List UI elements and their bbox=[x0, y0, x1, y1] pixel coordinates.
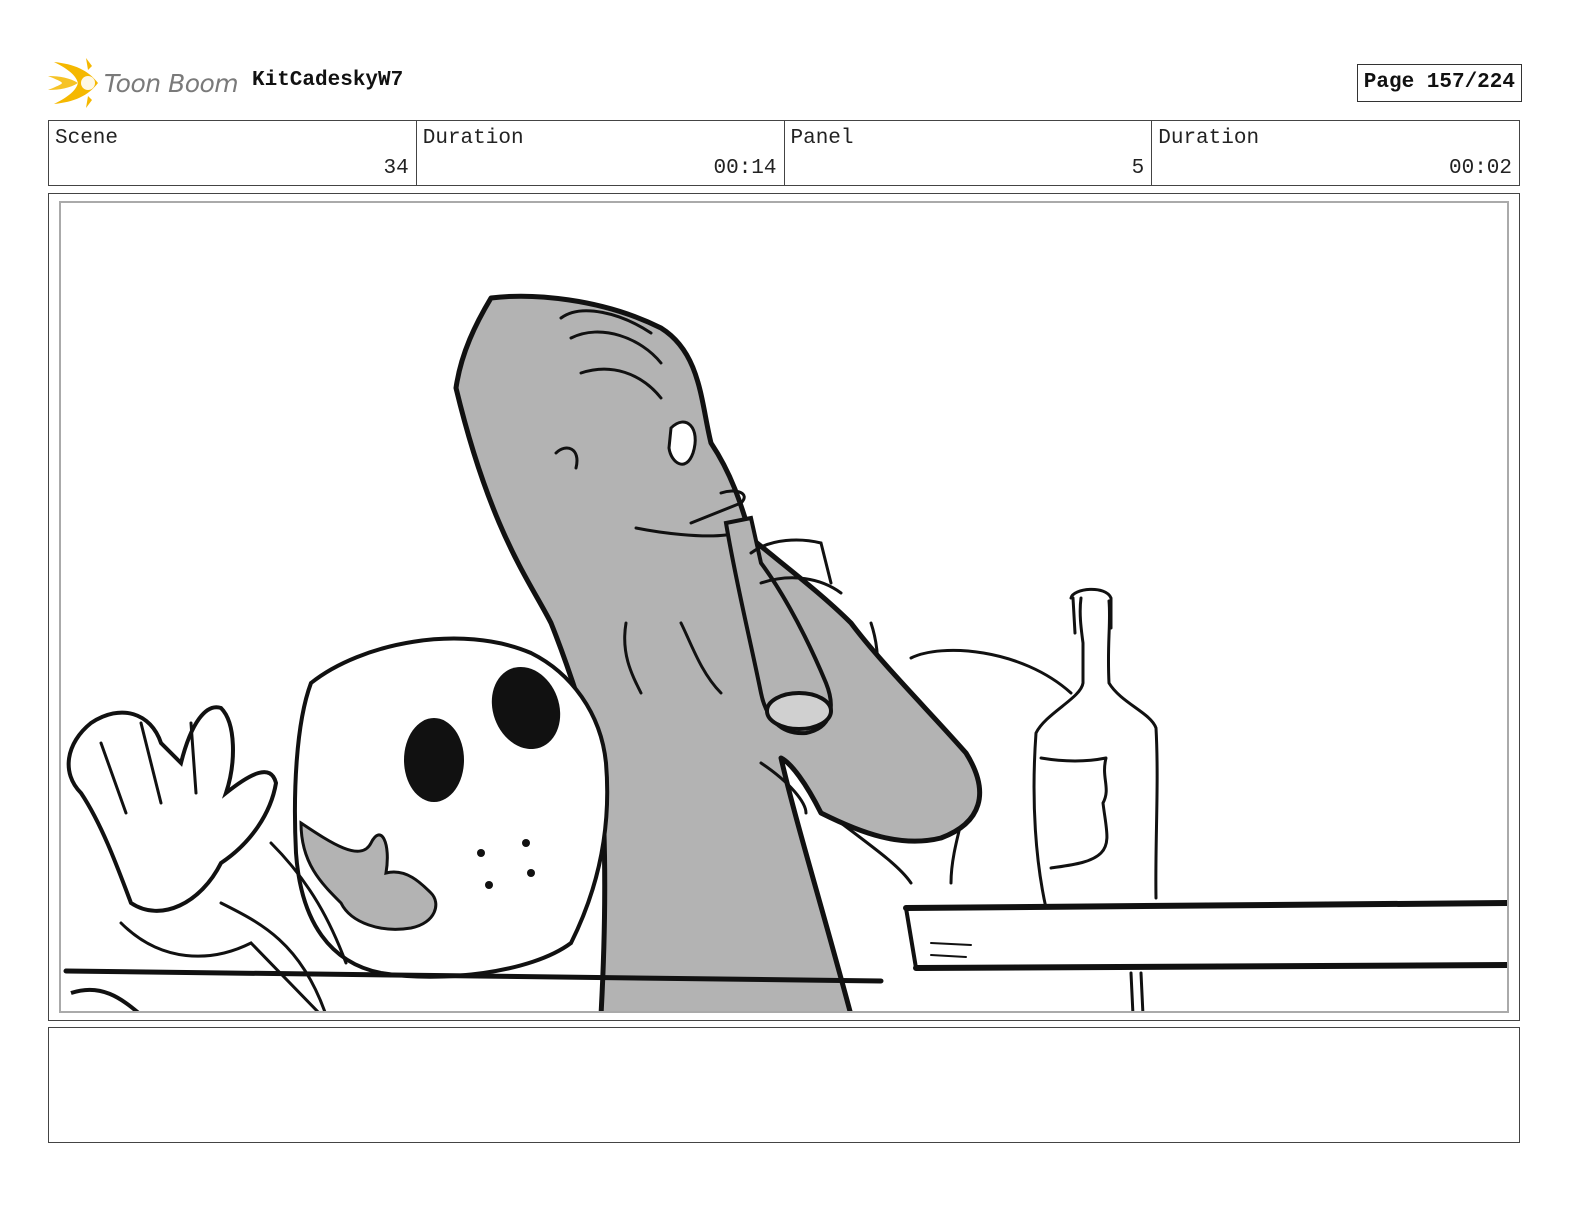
storyboard-sketch bbox=[63, 293, 1507, 1011]
storyboard-header: Toon Boom KitCadeskyW7 Page 157/224 bbox=[48, 52, 1522, 112]
counter-top bbox=[903, 900, 1507, 911]
page-number: Page 157/224 bbox=[1356, 64, 1522, 102]
panel-label: Panel bbox=[790, 127, 854, 150]
logo-text: Toon Boom bbox=[104, 68, 239, 98]
panel-duration-label: Duration bbox=[1158, 127, 1260, 150]
scene-label: Scene bbox=[55, 127, 119, 150]
scene-cell: Scene 34 bbox=[49, 121, 417, 185]
panel-duration-cell: Duration 00:02 bbox=[1152, 121, 1519, 185]
panel-value: 5 bbox=[1131, 157, 1145, 180]
counter-edge bbox=[913, 962, 1507, 971]
scene-duration-value: 00:14 bbox=[713, 157, 777, 180]
left-eye bbox=[404, 718, 464, 802]
panel-cell: Panel 5 bbox=[785, 121, 1153, 185]
scene-duration-label: Duration bbox=[422, 127, 524, 150]
bottle-drawing bbox=[1032, 587, 1159, 910]
panel-duration-value: 00:02 bbox=[1448, 157, 1512, 180]
project-name: KitCadeskyW7 bbox=[252, 69, 404, 92]
scene-value: 34 bbox=[383, 157, 409, 180]
panel-info-bar: Scene 34 Duration 00:14 Panel 5 Duration… bbox=[48, 120, 1520, 186]
scene-duration-cell: Duration 00:14 bbox=[417, 121, 785, 185]
storyboard-panel-frame bbox=[48, 193, 1520, 1021]
toon-boom-logo: Toon Boom bbox=[48, 56, 239, 110]
flame-icon bbox=[48, 58, 98, 108]
panel-drawing-area bbox=[59, 201, 1509, 1013]
panel-notes-box bbox=[48, 1027, 1520, 1143]
round-character-drawing bbox=[66, 636, 610, 1011]
